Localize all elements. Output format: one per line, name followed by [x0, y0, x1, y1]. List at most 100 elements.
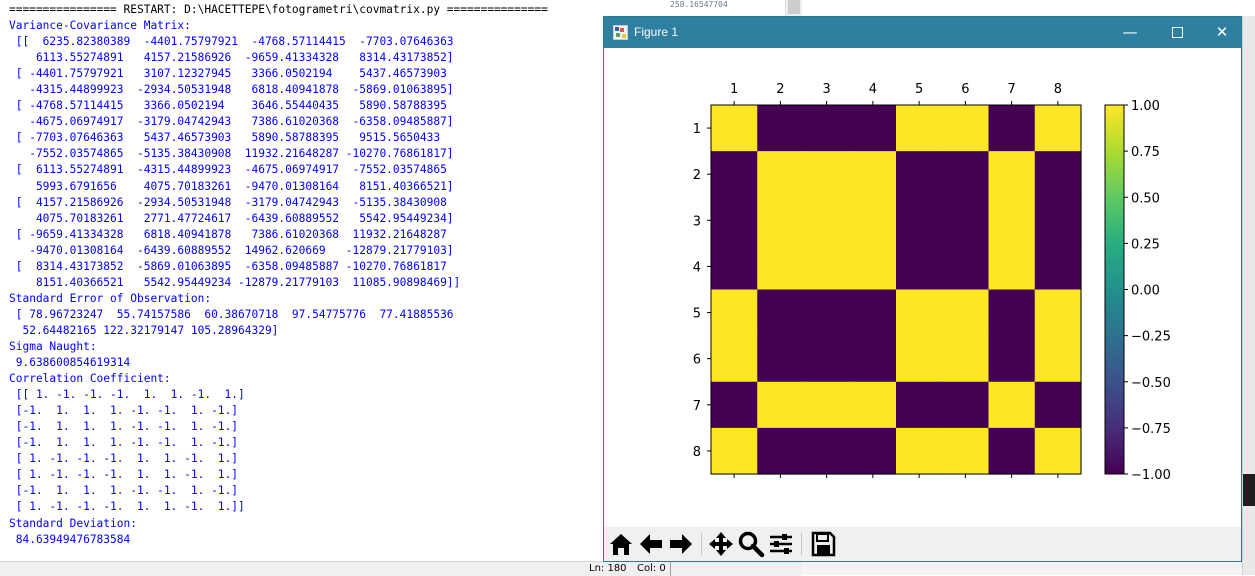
shell-line: [-1. 1. 1. 1. -1. -1. 1. -1.] — [9, 484, 239, 498]
heatmap-cell — [942, 197, 990, 244]
close-button[interactable]: ✕ — [1199, 17, 1245, 48]
heatmap-cell — [988, 335, 1036, 383]
heatmap-cell — [803, 289, 851, 337]
heatmap-cell — [1034, 197, 1082, 244]
heatmap-cell — [988, 427, 1036, 475]
heatmap-cell — [988, 151, 1036, 198]
save-button[interactable] — [809, 530, 837, 558]
y-tick-label: 3 — [693, 214, 701, 229]
toolbar-separator — [701, 533, 702, 555]
shell-line: Correlation Coefficient: — [9, 372, 171, 386]
heatmap-cell — [803, 197, 851, 244]
heatmap-cell — [711, 381, 758, 429]
y-tick-label: 4 — [693, 260, 701, 275]
back-icon — [640, 534, 662, 554]
heatmap-cell — [1034, 243, 1082, 291]
shell-scrollbar-thumb[interactable] — [788, 0, 800, 14]
shell-line: Sigma Naught: — [9, 339, 97, 353]
heatmap-cell — [988, 197, 1036, 244]
shell-line: [ -7703.07646363 5437.46573903 5890.5878… — [9, 131, 441, 145]
heatmap-cell — [896, 427, 943, 475]
heatmap-cell — [757, 427, 805, 475]
heatmap-cells — [711, 105, 1082, 475]
status-line-number: Ln: 180 — [589, 563, 627, 574]
home-button[interactable] — [607, 530, 635, 558]
back-button[interactable] — [637, 530, 665, 558]
figure-canvas[interactable]: 1 2 3 4 5 6 7 8 1 2 3 4 5 6 7 8 1.00 0.75 0.50 0.25 0.00 −0.… — [604, 48, 1241, 527]
background-coordinate-text: 258.16547704 — [670, 0, 728, 9]
matplotlib-app-icon — [613, 25, 628, 40]
shell-output[interactable]: ================ RESTART: D:\HACETTEPE\f… — [9, 2, 548, 548]
x-tick-label: 3 — [822, 82, 830, 97]
shell-line: 6113.55274891 4157.21586926 -9659.413343… — [9, 51, 454, 65]
heatmap-cell — [757, 289, 805, 337]
shell-line: Variance-Covariance Matrix: — [9, 19, 191, 33]
heatmap-cell — [942, 289, 990, 337]
heatmap-cell — [849, 427, 897, 475]
maximize-icon — [1172, 27, 1183, 38]
heatmap-cell — [849, 151, 897, 198]
heatmap-cell — [896, 197, 943, 244]
x-tick-label: 8 — [1054, 82, 1062, 97]
heatmap-cell — [757, 335, 805, 383]
shell-line: -4675.06974917 -3179.04742943 7386.61020… — [9, 115, 454, 129]
heatmap-cell — [988, 381, 1036, 429]
heatmap-cell — [896, 243, 943, 291]
heatmap-cell — [896, 151, 943, 198]
x-tick-label: 7 — [1007, 82, 1015, 97]
shell-line: [ 6113.55274891 -4315.44899923 -4675.069… — [9, 163, 447, 177]
shell-line: [ 78.96723247 55.74157586 60.38670718 97… — [9, 307, 454, 321]
colorbar-tick-label: −0.75 — [1131, 422, 1171, 437]
colorbar-tick-label: −1.00 — [1131, 468, 1171, 483]
heatmap-cell — [1034, 381, 1082, 429]
minimize-button[interactable]: — — [1107, 17, 1153, 48]
heatmap-cell — [711, 243, 758, 291]
shell-line: Standard Error of Observation: — [9, 291, 212, 305]
heatmap-cell — [711, 427, 758, 475]
shell-line: [ -4768.57114415 3366.0502194 3646.55440… — [9, 99, 447, 113]
heatmap-cell — [757, 105, 805, 152]
heatmap-cell — [942, 381, 990, 429]
heatmap-cell — [803, 381, 851, 429]
heatmap-cell — [757, 197, 805, 244]
figure-window[interactable]: Figure 1 — ✕ 1 2 3 4 5 6 7 8 1 2 3 4 5 6… — [603, 16, 1242, 562]
shell-line: Standard Deviation: — [9, 516, 137, 530]
heatmap-cell — [803, 427, 851, 475]
heatmap-cell — [849, 381, 897, 429]
y-tick-label: 6 — [693, 353, 701, 368]
shell-line: [-1. 1. 1. 1. -1. -1. 1. -1.] — [9, 436, 239, 450]
shell-line: -4315.44899923 -2934.50531948 6818.40941… — [9, 83, 454, 97]
colorbar-tick-label: 0.50 — [1131, 191, 1160, 206]
pan-icon — [709, 532, 733, 556]
heatmap-cell — [757, 381, 805, 429]
x-tick-label: 5 — [915, 82, 923, 97]
heatmap-cell — [988, 289, 1036, 337]
colorbar — [1105, 105, 1124, 474]
pan-button[interactable] — [707, 530, 735, 558]
toolbar-separator — [801, 533, 802, 555]
heatmap-cell — [711, 335, 758, 383]
shell-line: [ -9659.41334328 6818.40941878 7386.6102… — [9, 227, 447, 241]
heatmap-cell — [711, 151, 758, 198]
shell-line: [ -4401.75797921 3107.12327945 3366.0502… — [9, 67, 447, 81]
shell-line: [ 1. -1. -1. -1. 1. 1. -1. 1.] — [9, 468, 239, 482]
maximize-button[interactable] — [1153, 17, 1199, 48]
forward-button[interactable] — [667, 530, 695, 558]
shell-line: [[ 6235.82380389 -4401.75797921 -4768.57… — [9, 35, 454, 49]
save-icon — [811, 531, 836, 557]
status-divider — [670, 562, 671, 576]
zoom-icon — [738, 531, 765, 558]
heatmap-cell — [711, 289, 758, 337]
heatmap-cell — [1034, 151, 1082, 198]
shell-line: [ 8314.43173852 -5869.01063895 -6358.094… — [9, 259, 447, 273]
heatmap-figure: 1 2 3 4 5 6 7 8 1 2 3 4 5 6 7 8 1.00 0.75 0.50 0.25 0.00 −0.… — [693, 82, 1171, 483]
shell-line: 5993.6791656 4075.70183261 -9470.0130816… — [9, 179, 454, 193]
figure-title-bar[interactable]: Figure 1 — ✕ — [604, 17, 1241, 48]
heatmap-cell — [896, 289, 943, 337]
heatmap-cell — [1034, 289, 1082, 337]
configure-subplots-button[interactable] — [767, 530, 795, 558]
shell-line: [-1. 1. 1. 1. -1. -1. 1. -1.] — [9, 420, 239, 434]
zoom-button[interactable] — [737, 530, 765, 558]
heatmap-cell — [942, 427, 990, 475]
x-tick-label: 1 — [730, 82, 738, 97]
